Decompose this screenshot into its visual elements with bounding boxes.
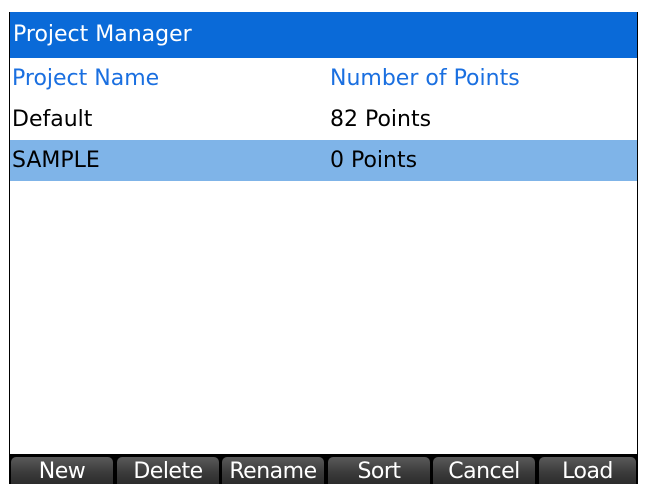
- cancel-button[interactable]: Cancel: [433, 457, 535, 484]
- window-title: Project Manager: [10, 12, 637, 58]
- project-name-cell: Default: [12, 107, 93, 132]
- column-header-number-of-points[interactable]: Number of Points: [330, 58, 520, 99]
- point-count-cell: 82 Points: [330, 107, 432, 132]
- table-row-selected[interactable]: SAMPLE 0 Points: [10, 140, 637, 181]
- sort-button[interactable]: Sort: [328, 457, 430, 484]
- table-row[interactable]: Default 82 Points: [10, 99, 637, 140]
- new-button[interactable]: New: [11, 457, 113, 484]
- project-manager-screen: Project Manager Project Name Number of P…: [9, 12, 638, 484]
- softkey-bar: New Delete Rename Sort Cancel Load: [10, 454, 637, 484]
- rename-button[interactable]: Rename: [222, 457, 324, 484]
- column-header-project-name[interactable]: Project Name: [12, 58, 159, 99]
- point-count-cell: 0 Points: [330, 148, 418, 173]
- load-button[interactable]: Load: [539, 457, 636, 484]
- delete-button[interactable]: Delete: [117, 457, 219, 484]
- table-header: Project Name Number of Points: [10, 58, 637, 99]
- project-name-cell: SAMPLE: [12, 148, 100, 173]
